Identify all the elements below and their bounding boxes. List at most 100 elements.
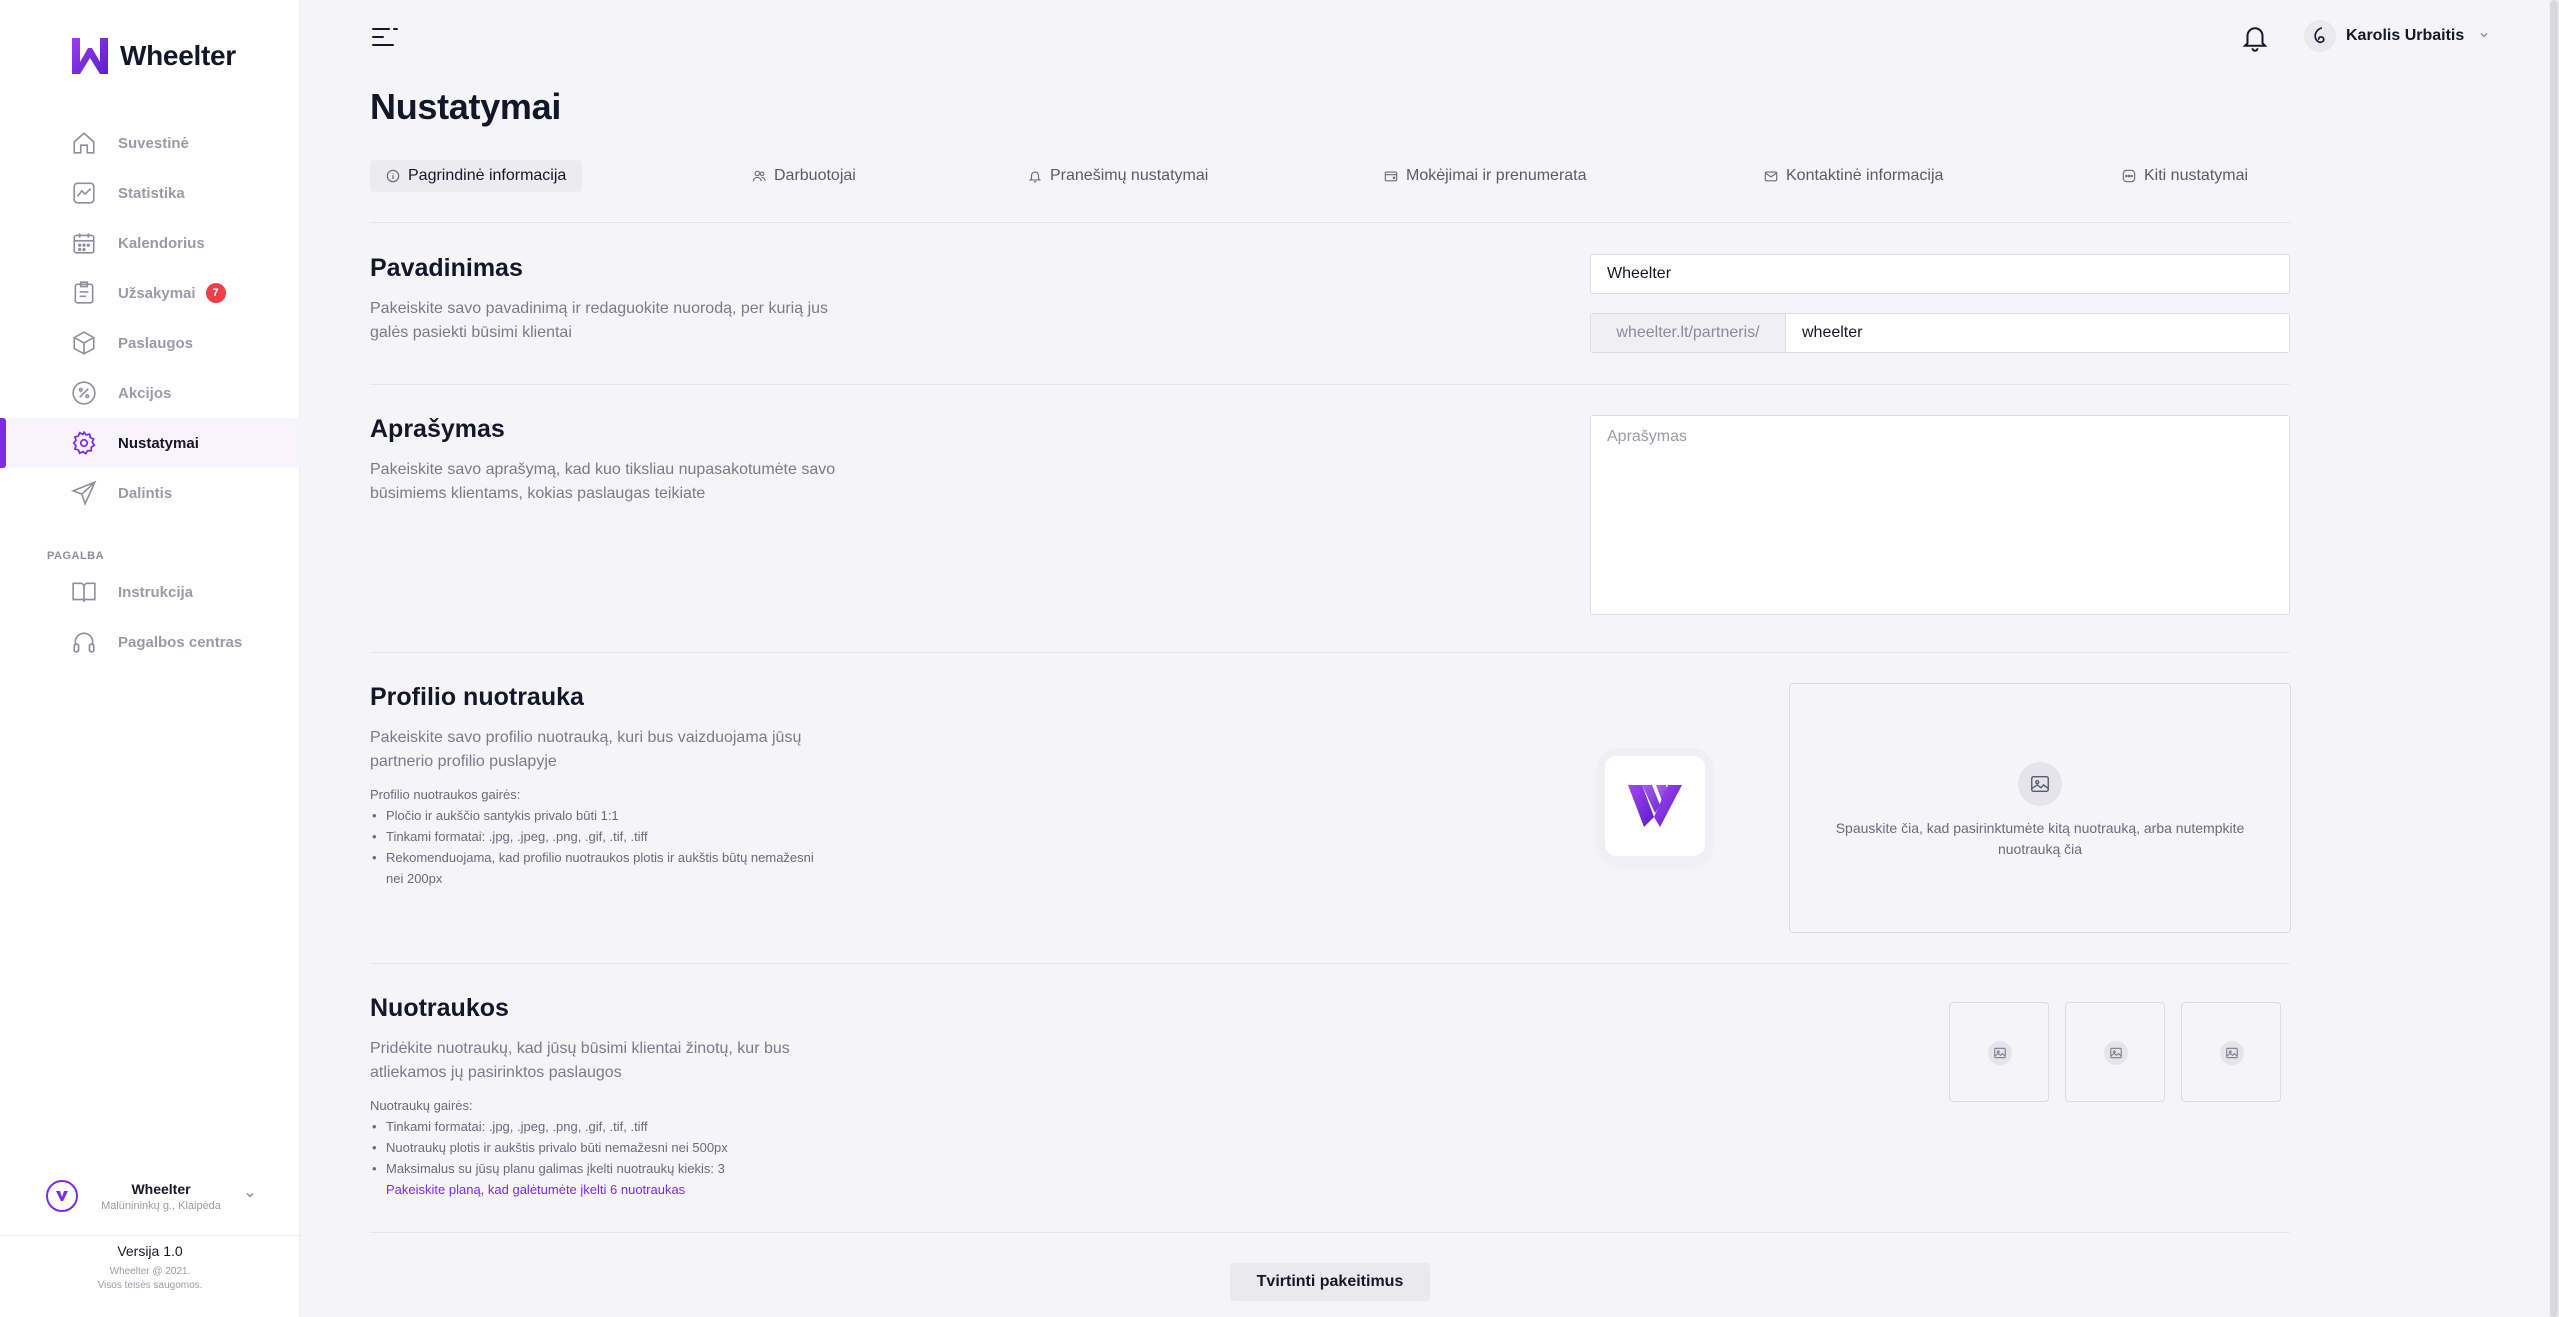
box-icon bbox=[70, 329, 98, 357]
section-description-profile-photo: Pakeiskite savo profilio nuotrauką, kuri… bbox=[370, 729, 802, 770]
tab-pagrindine-informacija[interactable]: Pagrindinė informacija bbox=[370, 160, 583, 192]
guidelines-title: Nuotraukų gairės: bbox=[370, 1098, 473, 1113]
sidebar-item-label: Kalendorius bbox=[118, 234, 205, 252]
version-label: Versija 1.0 bbox=[117, 1243, 183, 1259]
image-upload-icon bbox=[2018, 762, 2062, 806]
tab-kiti-nustatymai[interactable]: Kiti nustatymai bbox=[2106, 160, 2264, 192]
notifications-bell-icon[interactable] bbox=[2240, 22, 2270, 52]
divider bbox=[370, 652, 2290, 653]
sidebar-item-kalendorius[interactable]: Kalendorius bbox=[0, 218, 300, 268]
sidebar-item-label: Akcijos bbox=[118, 384, 172, 402]
sidebar-item-label: Nustatymai bbox=[118, 434, 199, 452]
section-title-profile-photo: Profilio nuotrauka bbox=[370, 683, 584, 711]
sidebar-item-nustatymai[interactable]: Nustatymai bbox=[0, 418, 300, 468]
guideline-item: Tinkami formatai: .jpg, .jpeg, .png, .gi… bbox=[370, 826, 830, 847]
tab-darbuotojai[interactable]: Darbuotojai bbox=[736, 160, 872, 192]
tab-label: Kiti nustatymai bbox=[2144, 167, 2249, 184]
logo[interactable]: Wheelter bbox=[70, 36, 236, 76]
bell-icon bbox=[1028, 171, 1042, 183]
sidebar-item-akcijos[interactable]: Akcijos bbox=[0, 368, 300, 418]
help-section-label: PAGALBA bbox=[47, 550, 105, 562]
logo-icon bbox=[72, 38, 108, 74]
headset-icon bbox=[70, 628, 98, 656]
sidebar-item-label: Statistika bbox=[118, 184, 185, 202]
section-title-description: Aprašymas bbox=[370, 415, 505, 443]
photo-upload-slot[interactable] bbox=[1949, 1002, 2049, 1102]
tab-kontaktine-informacija[interactable]: Kontaktinė informacija bbox=[1748, 160, 1959, 192]
divider bbox=[370, 1232, 2290, 1233]
sidebar-item-suvestine[interactable]: Suvestinė bbox=[0, 118, 300, 168]
user-menu[interactable]: Karolis Urbaitis bbox=[2304, 20, 2490, 52]
url-prefix: wheelter.lt/partneris/ bbox=[1591, 314, 1786, 352]
avatar bbox=[2304, 20, 2336, 52]
section-title-name: Pavadinimas bbox=[370, 254, 523, 282]
guideline-item: Maksimalus su jūsų planu galimas įkelti … bbox=[370, 1158, 830, 1179]
scrollbar-thumb[interactable] bbox=[2550, 0, 2558, 1317]
photos-guidelines: Nuotraukų gairės: Tinkami formatai: .jpg… bbox=[370, 1095, 830, 1200]
sidebar-item-statistika[interactable]: Statistika bbox=[0, 168, 300, 218]
chevron-down-icon bbox=[2478, 29, 2490, 44]
sidebar-item-label: Užsakymai bbox=[118, 284, 196, 302]
more-icon bbox=[2122, 169, 2136, 183]
divider bbox=[370, 222, 2290, 223]
chevron-down-icon bbox=[244, 1189, 256, 1204]
version-info: Versija 1.0 Wheelter @ 2021. Visos teisė… bbox=[0, 1243, 300, 1293]
business-switcher[interactable]: Wheelter Malūnininkų g., Klaipėda bbox=[46, 1172, 256, 1220]
gear-icon bbox=[70, 429, 98, 457]
guideline-item: Nuotraukų plotis ir aukštis privalo būti… bbox=[370, 1137, 830, 1158]
divider bbox=[370, 384, 2290, 385]
percent-icon bbox=[70, 379, 98, 407]
sidebar-item-dalintis[interactable]: Dalintis bbox=[0, 468, 300, 518]
mail-icon bbox=[1764, 171, 1778, 182]
copyright-line: Visos teisės saugomos. bbox=[97, 1280, 203, 1291]
chart-icon bbox=[70, 179, 98, 207]
business-name-input[interactable]: Wheelter bbox=[1590, 254, 2290, 294]
sidebar-item-instrukcija[interactable]: Instrukcija bbox=[0, 567, 300, 617]
send-icon bbox=[70, 479, 98, 507]
help-nav: Instrukcija Pagalbos centras bbox=[0, 567, 300, 667]
orders-icon bbox=[70, 279, 98, 307]
sidebar-item-uzsakymai[interactable]: Užsakymai 7 bbox=[0, 268, 300, 318]
sidebar-item-label: Paslaugos bbox=[118, 334, 194, 352]
calendar-icon bbox=[70, 229, 98, 257]
copyright-line: Wheelter @ 2021. bbox=[109, 1266, 191, 1277]
home-icon bbox=[70, 129, 98, 157]
users-icon bbox=[752, 170, 766, 182]
business-address: Malūnininkų g., Klaipėda bbox=[101, 1199, 221, 1212]
section-title-photos: Nuotraukos bbox=[370, 994, 509, 1022]
sidebar-nav: Suvestinė Statistika Kalendorius Užsakym… bbox=[0, 118, 300, 518]
profile-slug-input[interactable]: wheelter bbox=[1786, 314, 2289, 352]
section-description-name: Pakeiskite savo pavadinimą ir redaguokit… bbox=[370, 300, 829, 341]
info-icon bbox=[386, 169, 400, 183]
sidebar: Wheelter Suvestinė Statistika Kalendoriu… bbox=[0, 0, 300, 1317]
sidebar-item-label: Suvestinė bbox=[118, 134, 189, 152]
image-upload-icon bbox=[1988, 1041, 2012, 1065]
submit-changes-button[interactable]: Tvirtinti pakeitimus bbox=[1230, 1263, 1430, 1301]
tab-mokejimai-ir-prenumerata[interactable]: Mokėjimai ir prenumerata bbox=[1368, 160, 1603, 192]
sidebar-item-paslaugos[interactable]: Paslaugos bbox=[0, 318, 300, 368]
photo-upload-slot[interactable] bbox=[2065, 1002, 2165, 1102]
dropzone-text: Spauskite čia, kad pasirinktumėte kitą n… bbox=[1835, 820, 2245, 857]
scrollbar[interactable] bbox=[2549, 0, 2559, 1317]
description-textarea[interactable]: Aprašymas bbox=[1590, 415, 2290, 615]
image-upload-icon bbox=[2220, 1041, 2244, 1065]
upgrade-plan-link[interactable]: Pakeiskite planą, kad galėtumėte įkelti … bbox=[370, 1179, 830, 1200]
divider bbox=[370, 963, 2290, 964]
page-title: Nustatymai bbox=[370, 86, 562, 127]
settings-tabs: Pagrindinė informacija Darbuotojai Prane… bbox=[370, 160, 2290, 192]
divider bbox=[0, 1235, 300, 1236]
image-upload-icon bbox=[2104, 1041, 2128, 1065]
business-avatar bbox=[46, 1180, 78, 1212]
guideline-item: Rekomenduojama, kad profilio nuotraukos … bbox=[370, 847, 830, 889]
wallet-icon bbox=[1384, 171, 1398, 182]
section-description-photos: Pridėkite nuotraukų, kad jūsų būsimi kli… bbox=[370, 1040, 790, 1081]
sidebar-item-pagalbos-centras[interactable]: Pagalbos centras bbox=[0, 617, 300, 667]
logo-icon bbox=[1628, 785, 1682, 827]
business-name: Wheelter bbox=[131, 1180, 191, 1197]
tab-label: Pranešimų nustatymai bbox=[1050, 167, 1209, 184]
book-icon bbox=[70, 578, 98, 606]
tab-pranesimu-nustatymai[interactable]: Pranešimų nustatymai bbox=[1012, 160, 1224, 192]
profile-photo-dropzone[interactable]: Spauskite čia, kad pasirinktumėte kitą n… bbox=[1789, 683, 2291, 933]
menu-toggle-icon[interactable] bbox=[372, 26, 398, 48]
photo-upload-slot[interactable] bbox=[2181, 1002, 2281, 1102]
